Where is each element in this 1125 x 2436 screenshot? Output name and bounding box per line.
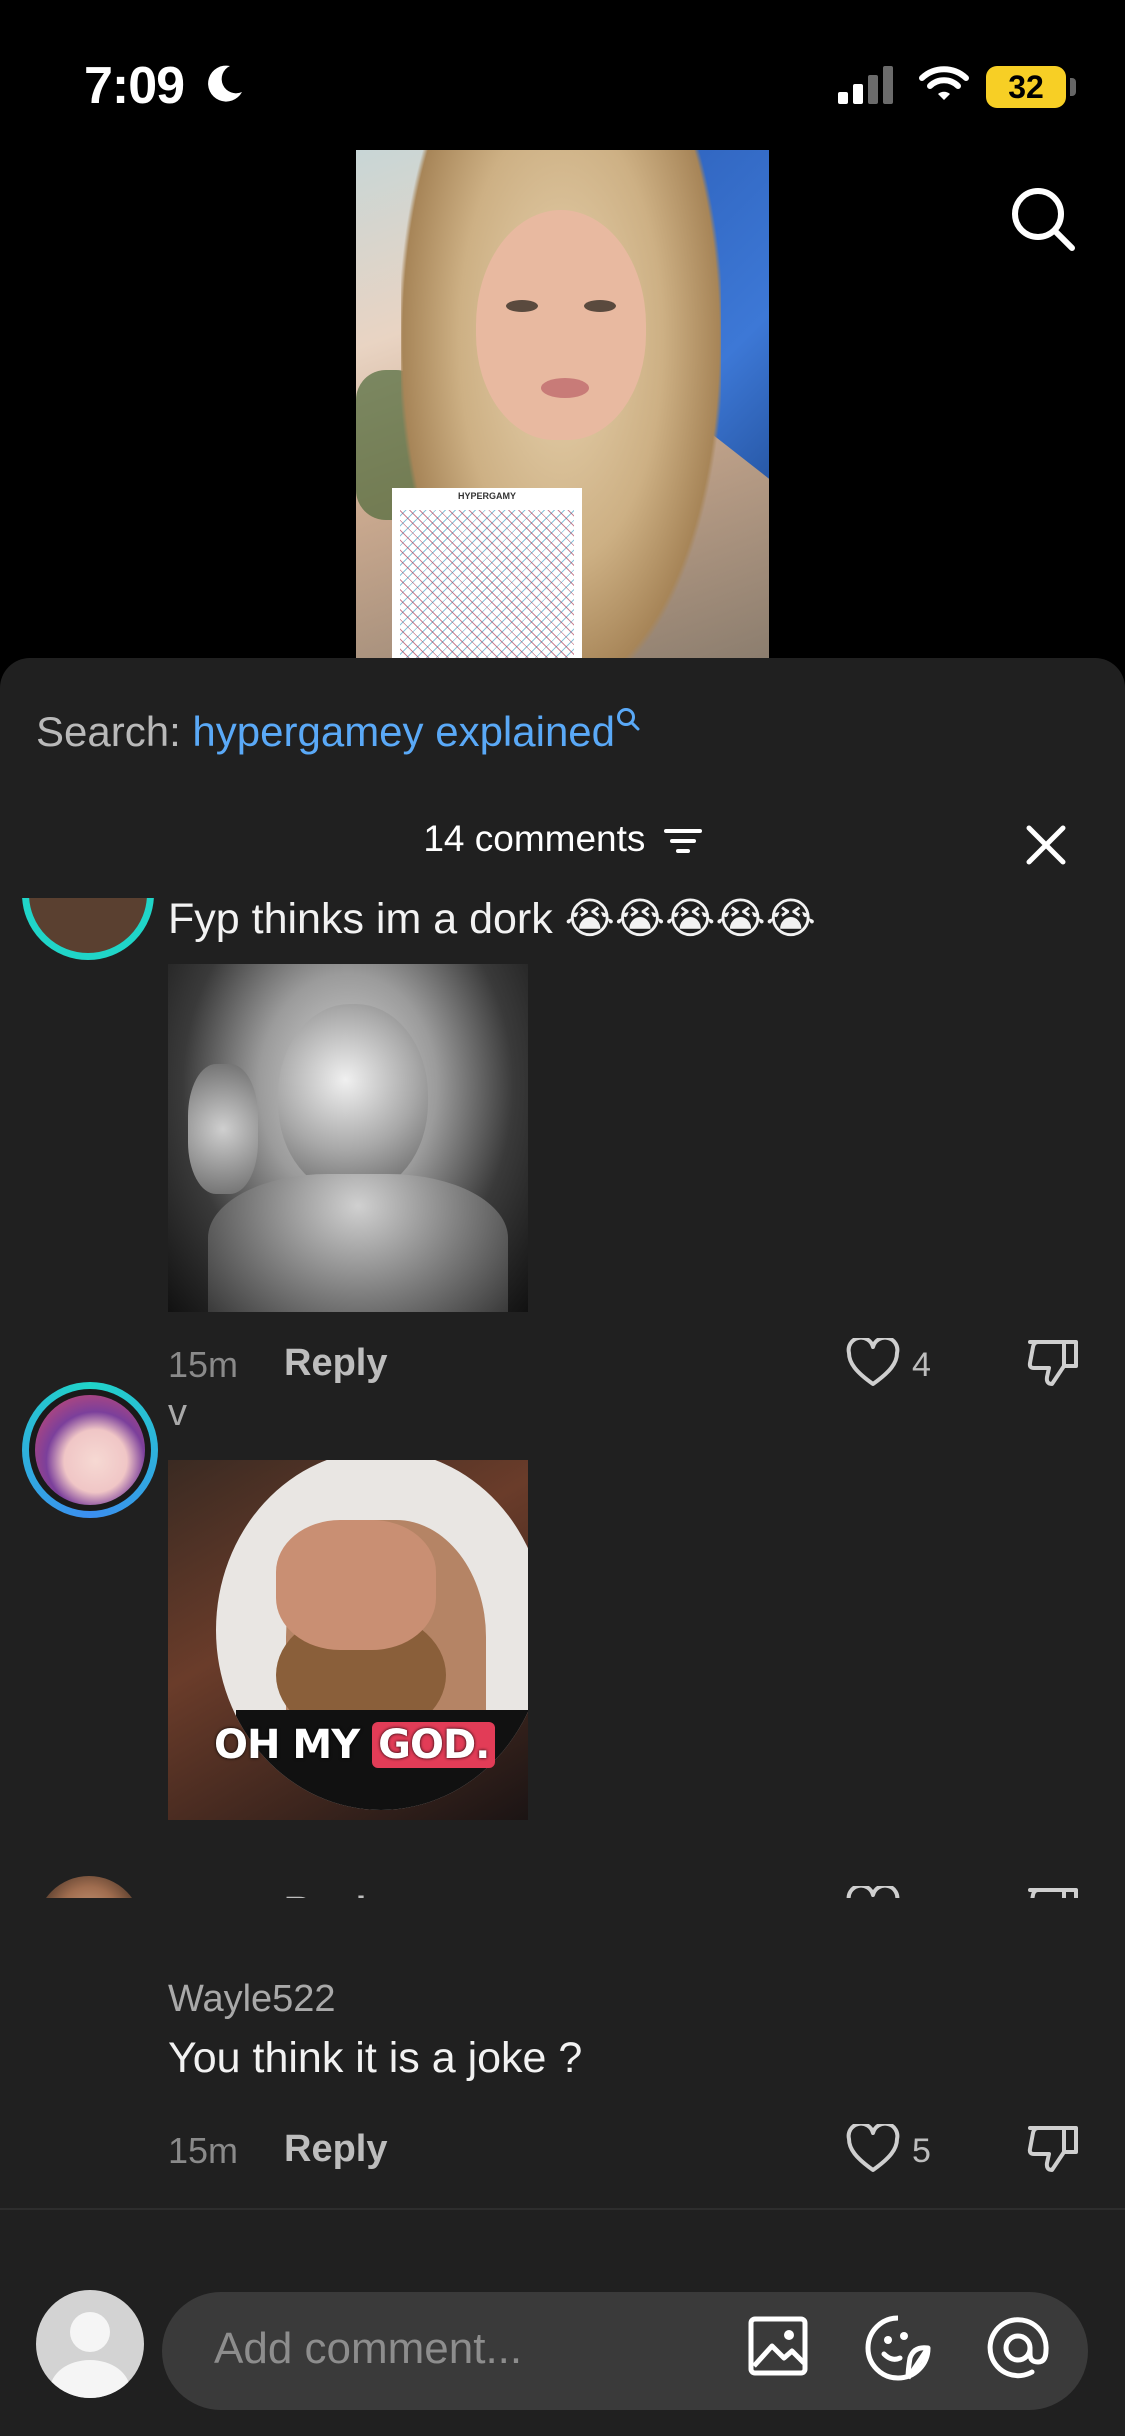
status-time: 7:09 (84, 57, 185, 115)
moon-icon (208, 65, 242, 102)
image-caption-highlight: GOD. (372, 1722, 496, 1768)
signal-icon (838, 66, 893, 104)
comments-count: 14 comments (423, 818, 646, 859)
sticker-icon[interactable] (864, 2314, 932, 2382)
comment-text: You think it is a joke ? (168, 2034, 583, 2082)
battery-indicator: 32 (986, 66, 1066, 108)
search-suggestion-prefix: Search: (36, 708, 181, 755)
comment-username[interactable]: v (168, 1392, 187, 1435)
thumbs-down-icon[interactable] (1026, 2122, 1080, 2176)
eye-shape (506, 300, 538, 312)
comment-username[interactable]: Wayle522 (168, 1978, 336, 2021)
comments-header: 14 comments (0, 818, 1125, 860)
diagram-lines (400, 510, 574, 662)
reply-button[interactable]: Reply (284, 1890, 387, 1898)
comment-time: 16m (168, 1892, 238, 1898)
comment-text: Fyp thinks im a dork 😭😭😭😭😭 (168, 898, 816, 943)
search-suggestion-term[interactable]: hypergamey explained (192, 708, 615, 755)
comment-image[interactable] (168, 964, 528, 1312)
avatar-head-shape (70, 2312, 110, 2352)
face-shape (476, 210, 646, 440)
avatar[interactable] (22, 1382, 158, 1518)
heart-icon[interactable] (846, 1886, 900, 1898)
comment-time: 15m (168, 2130, 239, 2171)
diagram-sheet-title: HYPERGAMY (457, 491, 516, 501)
wifi-icon (919, 66, 969, 100)
status-bar: 7:09 32 (0, 0, 1125, 150)
comments-list[interactable]: Fyp thinks im a dork 😭😭😭😭😭 15m Reply 4 v… (0, 898, 1125, 1898)
mention-icon[interactable] (984, 2314, 1052, 2382)
search-suggestion[interactable]: Search: hypergamey explained (36, 708, 641, 756)
avatar[interactable] (22, 898, 154, 960)
add-comment-input[interactable]: Add comment... (162, 2292, 1088, 2410)
reply-button[interactable]: Reply (284, 1342, 387, 1385)
comments-panel: Search: hypergamey explained 14 comments… (0, 658, 1125, 2436)
statue-hand-shape (188, 1064, 258, 1194)
statue-body-shape (208, 1174, 508, 1312)
image-caption: OH MY GOD. (214, 1722, 496, 1768)
like-count: 5 (912, 2132, 931, 2170)
close-icon[interactable] (1025, 824, 1067, 866)
comment-time: 15m (168, 1344, 239, 1385)
avatar-body-shape (50, 2360, 130, 2398)
small-search-icon (617, 708, 640, 731)
add-comment-placeholder: Add comment... (214, 2324, 523, 2373)
search-icon[interactable] (1008, 184, 1078, 254)
comment-composer: Add comment... (0, 2210, 1125, 2436)
heart-icon[interactable] (846, 1338, 900, 1388)
eye-shape (584, 300, 616, 312)
lips-shape (541, 378, 589, 398)
thumbs-down-icon[interactable] (1026, 1336, 1080, 1390)
reply-button[interactable]: Reply (284, 2128, 387, 2171)
image-caption-part: OH MY (214, 1722, 373, 1768)
statue-head-shape (278, 1004, 428, 1194)
anime-face-shape (35, 1395, 145, 1505)
video-preview[interactable]: HYPERGAMY (356, 150, 769, 662)
thumbs-down-icon[interactable] (1026, 1884, 1080, 1898)
current-user-avatar[interactable] (36, 2290, 144, 2398)
like-count: 2 (912, 1894, 931, 1898)
diagram-sheet: HYPERGAMY (392, 488, 582, 662)
sort-filter-icon[interactable] (663, 826, 702, 856)
heart-icon[interactable] (846, 2124, 900, 2174)
avatar[interactable] (36, 1876, 142, 1898)
battery-tip (1070, 78, 1076, 96)
like-count: 4 (912, 1346, 931, 1384)
image-icon[interactable] (746, 2314, 810, 2378)
hand-shape (276, 1520, 436, 1650)
anime-avatar-image (29, 1389, 151, 1511)
comment-image[interactable]: OH MY GOD. (168, 1460, 528, 1820)
